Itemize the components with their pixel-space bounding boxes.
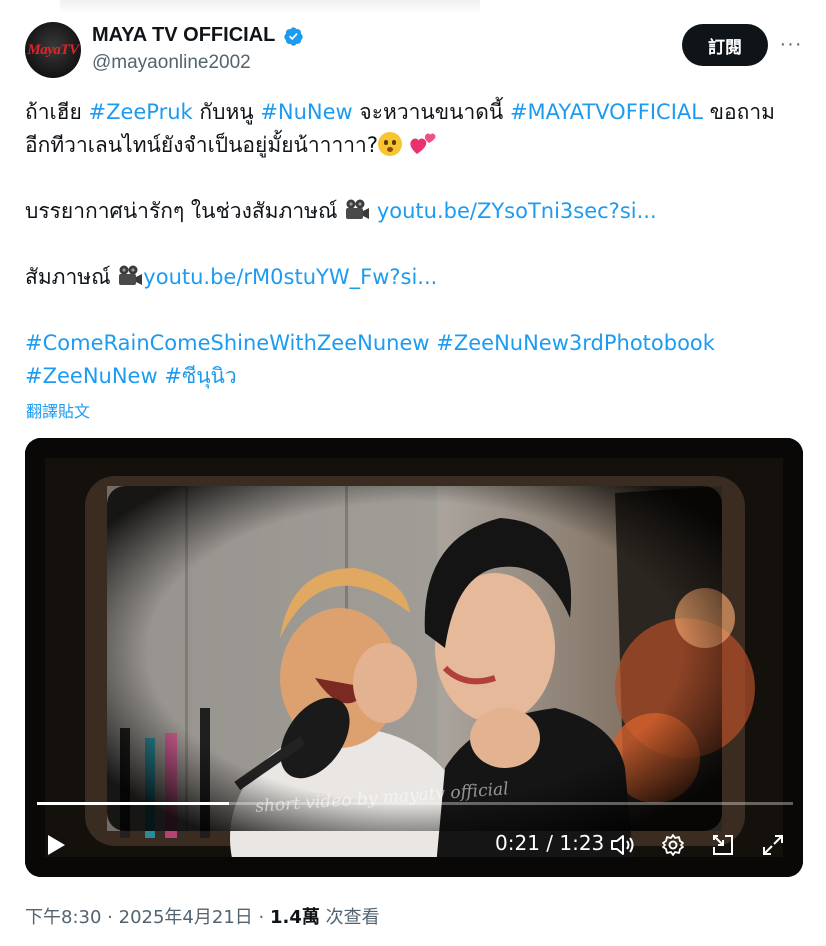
youtube-link[interactable]: youtu.be/rM0stuYW_Fw?si... bbox=[143, 265, 437, 289]
post-header: MayaTV MAYA TV OFFICIAL @mayaonline2002 … bbox=[25, 22, 805, 78]
post-metadata: 下午8:30 · 2025年4月21日 · 1.4萬 次查看 bbox=[25, 903, 380, 929]
post-text-segment: ขอถาม bbox=[702, 100, 775, 124]
account-name[interactable]: MAYA TV OFFICIAL bbox=[92, 24, 275, 47]
post-time[interactable]: 下午8:30 bbox=[25, 907, 101, 928]
post-date[interactable]: 2025年4月21日 bbox=[119, 907, 253, 928]
youtube-link[interactable]: youtu.be/ZYsoTni3sec?si... bbox=[377, 199, 657, 223]
fullscreen-icon[interactable] bbox=[758, 823, 788, 867]
post-text-segment: จะหวานขนาดนี้ bbox=[352, 100, 510, 124]
post-text-segment: อีกทีวาเลนไทน์ยังจำเป็นอยู่มั้ยน้าาาาา? bbox=[25, 133, 378, 157]
meta-separator: · bbox=[258, 907, 265, 928]
hashtag-link[interactable]: #ComeRainComeShineWithZeeNunew bbox=[25, 331, 430, 355]
hearts-emoji-icon bbox=[410, 133, 436, 154]
post-line-3: บรรยากาศน่ารักๆ ในช่วงสัมภาษณ์ youtu.be/… bbox=[25, 195, 805, 228]
hashtag-link[interactable]: #NuNew bbox=[260, 100, 352, 124]
video-time-display: 0:21 / 1:23 bbox=[495, 831, 605, 855]
avatar-logo-text: MayaTV bbox=[27, 41, 79, 58]
post-line-1: ถ้าเฮีย #ZeePruk กับหนู #NuNew จะหวานขนา… bbox=[25, 96, 805, 129]
video-progress-bar[interactable] bbox=[37, 802, 793, 805]
avatar[interactable]: MayaTV bbox=[25, 22, 81, 78]
video-controls: 0:21 / 1:23 bbox=[25, 823, 803, 867]
hashtag-link[interactable]: #ซีนุนิว bbox=[164, 364, 236, 388]
post-line-4: สัมภาษณ์ youtu.be/rM0stuYW_Fw?si... bbox=[25, 261, 805, 294]
volume-icon[interactable] bbox=[608, 823, 638, 867]
settings-gear-icon[interactable] bbox=[658, 823, 688, 867]
post-text-segment: สัมภาษณ์ bbox=[25, 265, 118, 289]
smile-emoji-icon bbox=[377, 132, 402, 156]
post-hashtags-2: #ZeeNuNew #ซีนุนิว bbox=[25, 360, 805, 393]
post-text: ถ้าเฮีย #ZeePruk กับหนู #NuNew จะหวานขนา… bbox=[25, 96, 805, 393]
hashtag-link[interactable]: #MAYATVOFFICIAL bbox=[510, 100, 703, 124]
post-text-segment: ถ้าเฮีย bbox=[25, 100, 89, 124]
play-icon[interactable] bbox=[39, 823, 73, 867]
view-count: 1.4萬 bbox=[270, 907, 320, 928]
movie-camera-icon bbox=[119, 265, 143, 285]
post-text-segment: บรรยากาศน่ารักๆ ในช่วงสัมภาษณ์ bbox=[25, 199, 345, 223]
account-handle[interactable]: @mayaonline2002 bbox=[92, 52, 251, 74]
post-line-2: อีกทีวาเลนไทน์ยังจำเป็นอยู่มั้ยน้าาาาา? bbox=[25, 129, 805, 162]
hashtag-link[interactable]: #ZeePruk bbox=[88, 100, 192, 124]
dock-icon[interactable] bbox=[708, 823, 738, 867]
post-hashtags-1: #ComeRainComeShineWithZeeNunew #ZeeNuNew… bbox=[25, 327, 805, 360]
verified-badge-icon bbox=[284, 27, 303, 46]
hashtag-link[interactable]: #ZeeNuNew3rdPhotobook bbox=[436, 331, 715, 355]
movie-camera-icon bbox=[346, 199, 370, 219]
video-player[interactable]: short video by mayatv official 0:21 / 1:… bbox=[25, 438, 803, 877]
video-frame bbox=[25, 438, 803, 877]
video-progress-fill bbox=[37, 802, 230, 805]
post-text-segment: กับหนู bbox=[192, 100, 261, 124]
scroll-fade bbox=[60, 0, 480, 14]
translate-post-link[interactable]: 翻譯貼文 bbox=[26, 398, 90, 422]
subscribe-button[interactable]: 訂閱 bbox=[682, 24, 768, 66]
hashtag-link[interactable]: #ZeeNuNew bbox=[25, 364, 158, 388]
meta-separator: · bbox=[107, 907, 113, 928]
more-icon[interactable]: ··· bbox=[777, 32, 805, 56]
view-count-label: 次查看 bbox=[325, 907, 380, 928]
